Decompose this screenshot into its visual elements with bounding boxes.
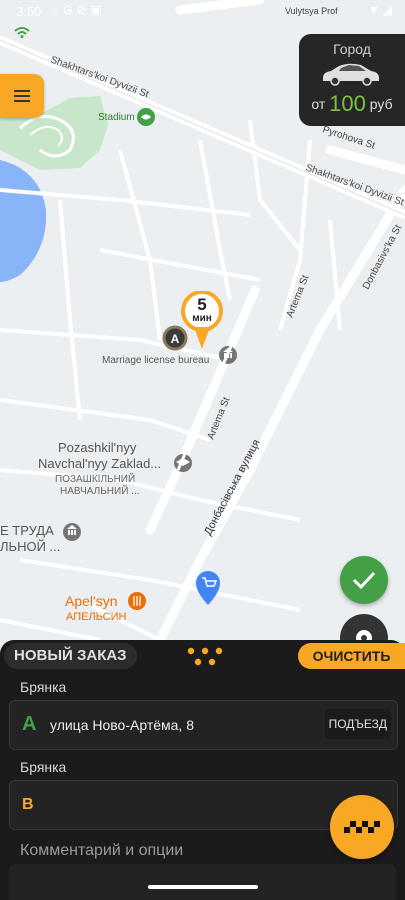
- comment-options-label[interactable]: Комментарий и опции: [20, 842, 183, 860]
- point-b-city: Брянка: [20, 759, 67, 775]
- poi-label-stadium: Stadium: [98, 112, 135, 123]
- message-icon: ◌: [52, 3, 64, 17]
- storage-icon: ▣: [90, 3, 106, 17]
- poi-label-school-2: Navchal'nyy Zaklad...: [38, 456, 161, 471]
- poi-sub-school-1: ПОЗАШКІЛЬНИЙ: [55, 472, 135, 485]
- status-bar: 3:50 ◌G⊘▣ ▼◢: [0, 0, 405, 24]
- entrance-button[interactable]: ПОДЪЕЗД: [324, 709, 391, 739]
- status-time: 3:50: [16, 4, 42, 19]
- google-icon: G: [63, 3, 77, 17]
- poi-label-school-1: Pozashkil'nyy: [58, 440, 137, 455]
- poi-label-labour-1: Е ТРУДА: [0, 523, 54, 538]
- home-indicator[interactable]: [148, 885, 258, 889]
- checkmark-icon: [352, 571, 376, 590]
- pickup-pin[interactable]: 5 мин: [180, 291, 224, 351]
- poi-label-labour-2: ЛЬНОЙ ...: [0, 539, 60, 554]
- wifi-indicator-icon: [14, 27, 30, 38]
- status-icons: ◌G⊘▣: [52, 3, 106, 17]
- confirm-button[interactable]: [340, 556, 388, 604]
- clear-button[interactable]: ОЧИСТИТЬ: [298, 643, 405, 669]
- signal-icon: ◢: [382, 3, 395, 17]
- drag-handle-icon[interactable]: [185, 647, 225, 667]
- taxi-checker-icon: [344, 821, 380, 833]
- sheet-header: НОВЫЙ ЗАКАЗ ОЧИСТИТЬ: [0, 640, 405, 672]
- point-a-letter: A: [22, 713, 37, 735]
- poi-label-apelsyn: Apel'syn: [65, 593, 117, 609]
- point-a-city: Брянка: [20, 679, 67, 695]
- price-value: 100: [329, 91, 366, 116]
- tariff-card[interactable]: Город от 100 руб: [299, 34, 405, 126]
- dnd-icon: ⊘: [76, 3, 91, 17]
- eta-unit: мин: [192, 313, 212, 324]
- status-right: ▼◢: [368, 3, 395, 17]
- point-b-letter: B: [22, 796, 34, 813]
- menu-button[interactable]: [0, 74, 44, 118]
- tariff-title: Город: [333, 41, 371, 57]
- wifi-icon: ▼: [367, 3, 383, 17]
- poi-sub-school-2: НАВЧАЛЬНИЙ ...: [60, 484, 140, 497]
- tariff-price: от 100 руб: [299, 91, 405, 117]
- new-order-tab[interactable]: НОВЫЙ ЗАКАЗ: [4, 643, 137, 669]
- eta-value: 5: [197, 295, 207, 314]
- marker-a-letter: A: [171, 332, 180, 346]
- hamburger-icon: [14, 90, 30, 102]
- car-icon: [323, 63, 379, 86]
- price-prefix: от: [311, 96, 326, 112]
- poi-sub-apelsyn: АПЕЛЬСИН: [66, 611, 127, 623]
- poi-label-marriage: Marriage license bureau: [102, 355, 209, 366]
- comment-field[interactable]: [9, 864, 396, 900]
- order-taxi-button[interactable]: [330, 795, 394, 859]
- price-currency: руб: [369, 96, 393, 112]
- point-a-address: улица Ново-Артёма, 8: [50, 717, 194, 733]
- point-a-field[interactable]: A улица Ново-Артёма, 8 ПОДЪЕЗД: [9, 700, 398, 750]
